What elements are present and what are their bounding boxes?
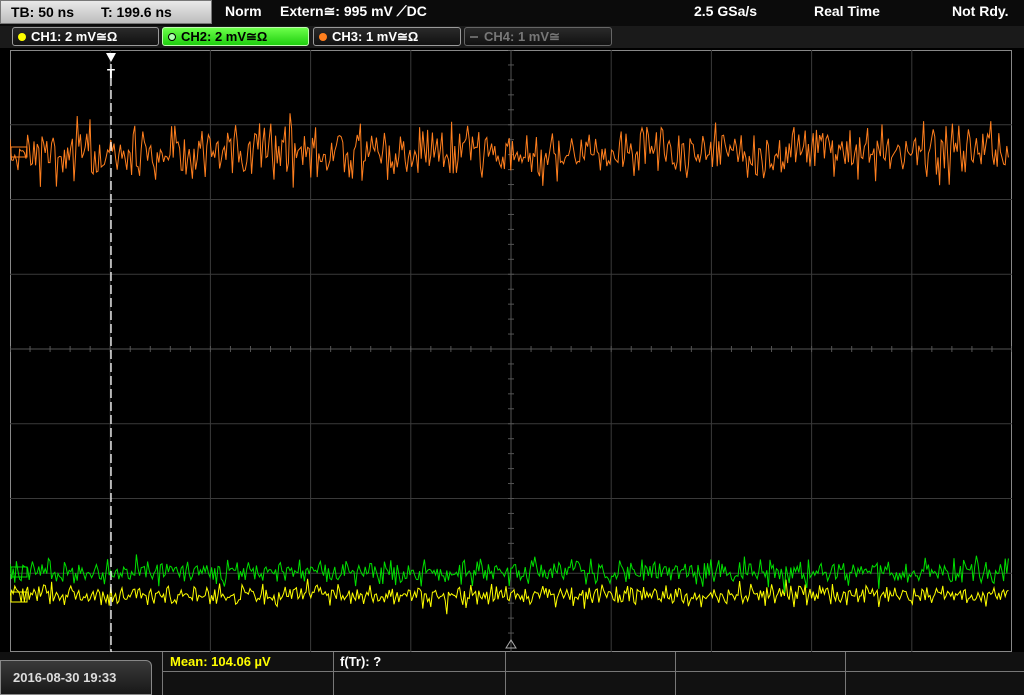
- channel-4-button[interactable]: CH4: 1 mV≅: [464, 27, 612, 46]
- datetime-display: 2016-08-30 19:33: [0, 660, 152, 695]
- measurement-frequency[interactable]: f(Tr): ?: [340, 654, 381, 669]
- channel-1-label: CH1: 2 mV≅Ω: [31, 28, 118, 44]
- channel-3-label: CH3: 1 mV≅Ω: [332, 28, 419, 44]
- channel-4-label: CH4: 1 mV≅: [484, 28, 560, 44]
- channel-2-button[interactable]: CH2: 2 mV≅Ω: [162, 27, 309, 46]
- channel-2-label: CH2: 2 mV≅Ω: [181, 28, 268, 44]
- channel-3-button[interactable]: CH3: 1 mV≅Ω: [313, 27, 461, 46]
- graticule: [10, 50, 1012, 652]
- trigger-mode[interactable]: Norm: [225, 3, 262, 19]
- trigger-status: Not Rdy.: [952, 3, 1009, 19]
- channel-4-indicator-icon: [470, 35, 478, 38]
- trigger-source[interactable]: Extern≅: 995 mV ⟋DC: [280, 3, 427, 20]
- channel-bar: CH1: 2 mV≅Ω CH2: 2 mV≅Ω CH3: 1 mV≅Ω CH4:…: [0, 26, 1024, 48]
- top-status-bar: TB: 50 ns T: 199.6 ns Norm Extern≅: 995 …: [0, 0, 1024, 26]
- timebase-panel[interactable]: TB: 50 ns T: 199.6 ns: [0, 0, 212, 24]
- channel-2-indicator-icon: [168, 32, 176, 41]
- acquisition-mode[interactable]: Real Time: [814, 3, 880, 19]
- channel-1-indicator-icon: [18, 32, 26, 41]
- timebase-label: TB: 50 ns: [11, 4, 75, 20]
- channel-3-indicator-icon: [319, 32, 327, 41]
- sample-rate[interactable]: 2.5 GSa/s: [694, 3, 757, 19]
- waveform-display[interactable]: T: [10, 50, 1012, 652]
- measurement-mean[interactable]: Mean: 104.06 µV: [170, 654, 271, 669]
- channel-1-button[interactable]: CH1: 2 mV≅Ω: [12, 27, 159, 46]
- trigger-marker-label: T: [107, 66, 115, 81]
- trigger-time-label: T: 199.6 ns: [101, 4, 172, 20]
- datetime-text: 2016-08-30 19:33: [13, 670, 117, 685]
- measurement-table: Mean: 104.06 µV f(Tr): ?: [162, 652, 1024, 695]
